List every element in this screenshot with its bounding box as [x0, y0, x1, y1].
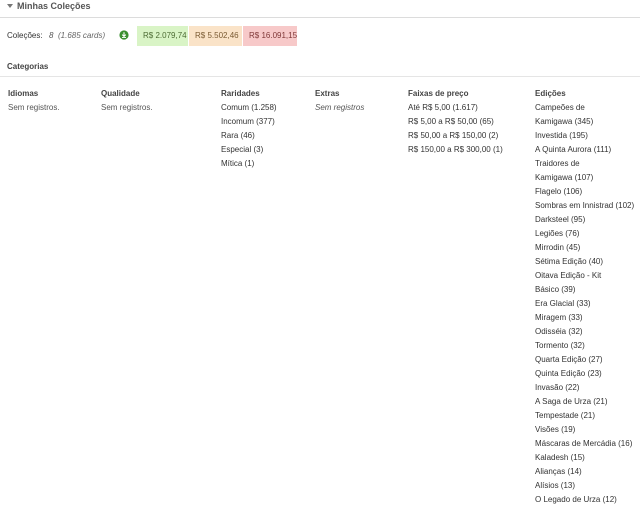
section-header[interactable]: Minhas Coleções: [0, 0, 640, 18]
idiomas-header: Idiomas: [8, 89, 39, 98]
edicoes-header: Edições: [535, 89, 566, 98]
value-badge-orange: R$ 5.502,46: [189, 26, 242, 46]
edicao-item[interactable]: Legiões (76): [535, 227, 634, 241]
edicao-item[interactable]: Traidores de: [535, 157, 634, 171]
edicao-item[interactable]: Flagelo (106): [535, 185, 634, 199]
faixas-column: Faixas de preço Até R$ 5,00 (1.617) R$ 5,…: [408, 87, 503, 157]
edicao-item[interactable]: Sombras em Innistrad (102): [535, 199, 634, 213]
raridade-item[interactable]: Comum (1.258): [221, 101, 277, 115]
extras-column: Extras Sem registros: [315, 87, 364, 115]
faixa-preco-item[interactable]: R$ 150,00 a R$ 300,00 (1): [408, 143, 503, 157]
edicoes-list: Campeões de Kamigawa (345) Investida (195)…: [535, 101, 634, 507]
edicao-item[interactable]: Mirrodin (45): [535, 241, 634, 255]
idiomas-empty: Sem registros.: [8, 103, 60, 112]
edicao-item[interactable]: Sétima Edição (40): [535, 255, 634, 269]
categorias-divider: [0, 76, 640, 77]
edicao-item[interactable]: Quarta Edição (27): [535, 353, 634, 367]
qualidade-empty: Sem registros.: [101, 103, 153, 112]
edicao-item[interactable]: A Quinta Aurora (111): [535, 143, 634, 157]
edicao-item[interactable]: Kamigawa (107): [535, 171, 634, 185]
edicao-item[interactable]: Alísios (13): [535, 479, 634, 493]
faixas-header: Faixas de preço: [408, 89, 469, 98]
edicao-item[interactable]: Máscaras de Mercádia (16): [535, 437, 634, 451]
edicao-item[interactable]: Investida (195): [535, 129, 634, 143]
download-icon[interactable]: [119, 30, 129, 40]
edicao-item[interactable]: Tempestade (21): [535, 409, 634, 423]
edicao-item[interactable]: Tormento (32): [535, 339, 634, 353]
colecoes-count: 8: [49, 31, 54, 40]
edicao-item[interactable]: Básico (39): [535, 283, 634, 297]
edicao-item[interactable]: Visões (19): [535, 423, 634, 437]
faixa-preco-item[interactable]: R$ 50,00 a R$ 150,00 (2): [408, 129, 503, 143]
edicao-item[interactable]: Quinta Edição (23): [535, 367, 634, 381]
extras-header: Extras: [315, 89, 340, 98]
faixa-preco-item[interactable]: R$ 5,00 a R$ 50,00 (65): [408, 115, 503, 129]
faixas-list: Até R$ 5,00 (1.617) R$ 5,00 a R$ 50,00 (6…: [408, 101, 503, 157]
raridades-column: Raridades Comum (1.258) Incomum (377) Rara…: [221, 87, 277, 171]
edicao-item[interactable]: Oitava Edição - Kit: [535, 269, 634, 283]
edicao-item[interactable]: Kamigawa (345): [535, 115, 634, 129]
raridade-item[interactable]: Especial (3): [221, 143, 277, 157]
edicao-item[interactable]: Campeões de: [535, 101, 634, 115]
collapse-arrow-icon[interactable]: [7, 4, 13, 8]
edicao-item[interactable]: Miragem (33): [535, 311, 634, 325]
edicao-item[interactable]: O Legado de Urza (12): [535, 493, 634, 507]
edicao-item[interactable]: Odisséia (32): [535, 325, 634, 339]
edicoes-column: Edições Campeões de Kamigawa (345) Investi…: [535, 87, 634, 507]
edicao-item[interactable]: Darksteel (95): [535, 213, 634, 227]
extras-empty: Sem registros: [315, 103, 365, 112]
qualidade-header: Qualidade: [101, 89, 140, 98]
edicao-item[interactable]: A Saga de Urza (21): [535, 395, 634, 409]
value-badge-green: R$ 2.079,74: [137, 26, 188, 46]
value-badge-red: R$ 16.091,15: [243, 26, 297, 46]
raridade-item[interactable]: Mítica (1): [221, 157, 277, 171]
idiomas-column: Idiomas Sem registros.: [8, 87, 60, 115]
raridade-item[interactable]: Incomum (377): [221, 115, 277, 129]
colecoes-label: Coleções:: [7, 31, 43, 40]
edicao-item[interactable]: Alianças (14): [535, 465, 634, 479]
categorias-title: Categorias: [7, 62, 49, 71]
edicao-item[interactable]: Era Glacial (33): [535, 297, 634, 311]
edicao-item[interactable]: Kaladesh (15): [535, 451, 634, 465]
section-title: Minhas Coleções: [17, 1, 91, 11]
raridades-list: Comum (1.258) Incomum (377) Rara (46) Espec…: [221, 101, 277, 171]
header-divider: [0, 17, 640, 18]
qualidade-column: Qualidade Sem registros.: [101, 87, 153, 115]
edicao-item[interactable]: Invasão (22): [535, 381, 634, 395]
colecoes-cards: (1.685 cards): [58, 31, 106, 40]
raridade-item[interactable]: Rara (46): [221, 129, 277, 143]
faixa-preco-item[interactable]: Até R$ 5,00 (1.617): [408, 101, 503, 115]
raridades-header: Raridades: [221, 89, 260, 98]
